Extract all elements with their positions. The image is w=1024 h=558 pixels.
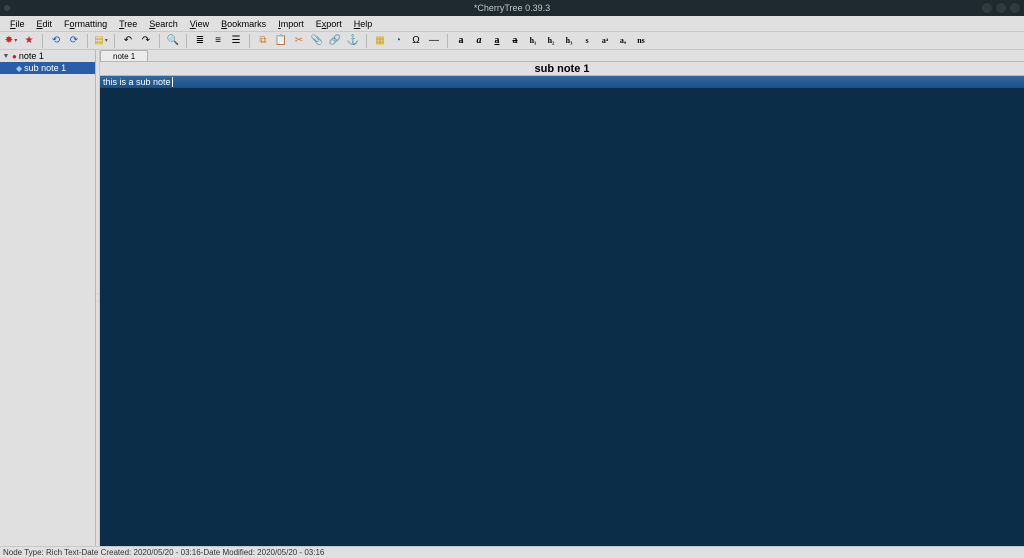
special-char-button[interactable]: Ω <box>409 34 423 48</box>
search-icon[interactable]: 🔍 <box>166 34 180 48</box>
anchor-button[interactable]: ⚓ <box>346 34 360 48</box>
toolbar-separator <box>249 34 250 48</box>
status-created: 2020/05/20 - 03:16 <box>134 548 201 557</box>
toolbar-separator <box>186 34 187 48</box>
copy-button[interactable]: ⧉ <box>256 34 270 48</box>
paste-button[interactable]: 📋 <box>274 34 288 48</box>
tab-label: note 1 <box>113 52 135 61</box>
tab-note1[interactable]: note 1 <box>100 50 148 61</box>
app-icon <box>4 5 10 11</box>
window-title: *CherryTree 0.39.3 <box>0 3 1024 13</box>
h2-button[interactable]: h₂ <box>544 34 558 48</box>
window-titlebar: *CherryTree 0.39.3 <box>0 0 1024 16</box>
tree-node-label: note 1 <box>19 51 44 61</box>
menu-tree[interactable]: Tree <box>113 18 143 30</box>
star-button[interactable]: ★ <box>22 34 36 48</box>
menu-view[interactable]: View <box>184 18 215 30</box>
toolbar-separator <box>366 34 367 48</box>
menu-export[interactable]: Export <box>310 18 348 30</box>
menu-edit[interactable]: Edit <box>31 18 59 30</box>
status-modified: 2020/05/20 - 03:16 <box>257 548 324 557</box>
hr-button[interactable]: ― <box>427 34 441 48</box>
small-button[interactable]: s <box>580 34 594 48</box>
tree-twisty-icon[interactable]: ▼ <box>2 53 10 60</box>
redo-button[interactable]: ↷ <box>139 34 153 48</box>
menubar: File Edit Formatting Tree Search View Bo… <box>0 16 1024 32</box>
menu-search[interactable]: Search <box>143 18 184 30</box>
list-todo-button[interactable]: ☰ <box>229 34 243 48</box>
tabstrip: note 1 <box>100 50 1024 62</box>
node-icon: ◆ <box>16 64 22 73</box>
menu-formatting[interactable]: Formatting <box>58 18 113 30</box>
statusbar: Node Type: Rich Text - Date Created: 202… <box>0 546 1024 558</box>
toolbar-separator <box>159 34 160 48</box>
timestamp-button[interactable]: ◔ <box>391 34 405 48</box>
minimize-button[interactable] <box>982 3 992 13</box>
status-nodetype-label: Node Type: <box>3 548 44 557</box>
menu-import[interactable]: Import <box>272 18 310 30</box>
list-bulleted-button[interactable]: ≣ <box>193 34 207 48</box>
menu-bookmarks[interactable]: Bookmarks <box>215 18 272 30</box>
new-node-button[interactable]: ✸ <box>4 34 18 48</box>
link-button[interactable]: 🔗 <box>328 34 342 48</box>
strikethrough-button[interactable]: a <box>508 34 522 48</box>
underline-button[interactable]: a <box>490 34 504 48</box>
toc-button[interactable]: ▦ <box>373 34 387 48</box>
main-panel: note 1 sub note 1 this is a sub note <box>100 50 1024 546</box>
node-title-text: sub note 1 <box>534 63 589 75</box>
workspace: ▼ ● note 1 ◆ sub note 1 ⋮⋮ note 1 sub no… <box>0 50 1024 546</box>
toolbar-separator <box>447 34 448 48</box>
h1-button[interactable]: h₁ <box>526 34 540 48</box>
toolbar-separator <box>114 34 115 48</box>
list-numbered-button[interactable]: ≡ <box>211 34 225 48</box>
save-button[interactable]: ▤ <box>94 34 108 48</box>
bold-button[interactable]: a <box>454 34 468 48</box>
tree-node-subnote1[interactable]: ◆ sub note 1 <box>0 62 95 74</box>
rich-text-editor[interactable]: this is a sub note <box>100 76 1024 546</box>
tree-node-label: sub note 1 <box>24 63 66 73</box>
node-title-header: sub note 1 <box>100 62 1024 76</box>
editor-text: this is a sub note <box>103 77 171 87</box>
text-caret <box>172 77 173 87</box>
cut-button[interactable]: ✂ <box>292 34 306 48</box>
monospace-button[interactable]: ns <box>634 34 648 48</box>
back-button[interactable]: ⟲ <box>49 34 63 48</box>
superscript-button[interactable]: aᵃ <box>598 34 612 48</box>
node-icon: ● <box>12 52 17 61</box>
undo-button[interactable]: ↶ <box>121 34 135 48</box>
tree-sidebar: ▼ ● note 1 ◆ sub note 1 <box>0 50 96 546</box>
editor-current-line: this is a sub note <box>100 76 1024 88</box>
menu-file[interactable]: File <box>4 18 31 30</box>
attach-button[interactable]: 📎 <box>310 34 324 48</box>
menu-help[interactable]: Help <box>348 18 379 30</box>
h3-button[interactable]: h₃ <box>562 34 576 48</box>
toolbar-separator <box>87 34 88 48</box>
status-modified-label: Date Modified: <box>203 548 255 557</box>
close-button[interactable] <box>1010 3 1020 13</box>
toolbar-separator <box>42 34 43 48</box>
italic-button[interactable]: a <box>472 34 486 48</box>
status-created-label: Date Created: <box>81 548 131 557</box>
forward-button[interactable]: ⟳ <box>67 34 81 48</box>
toolbar: ✸ ★ ⟲ ⟳ ▤ ↶ ↷ 🔍 ≣ ≡ ☰ ⧉ 📋 ✂ 📎 🔗 ⚓ ▦ ◔ Ω … <box>0 32 1024 50</box>
maximize-button[interactable] <box>996 3 1006 13</box>
tree-node-note1[interactable]: ▼ ● note 1 <box>0 50 95 62</box>
subscript-button[interactable]: aₐ <box>616 34 630 48</box>
status-nodetype: Rich Text <box>46 548 79 557</box>
